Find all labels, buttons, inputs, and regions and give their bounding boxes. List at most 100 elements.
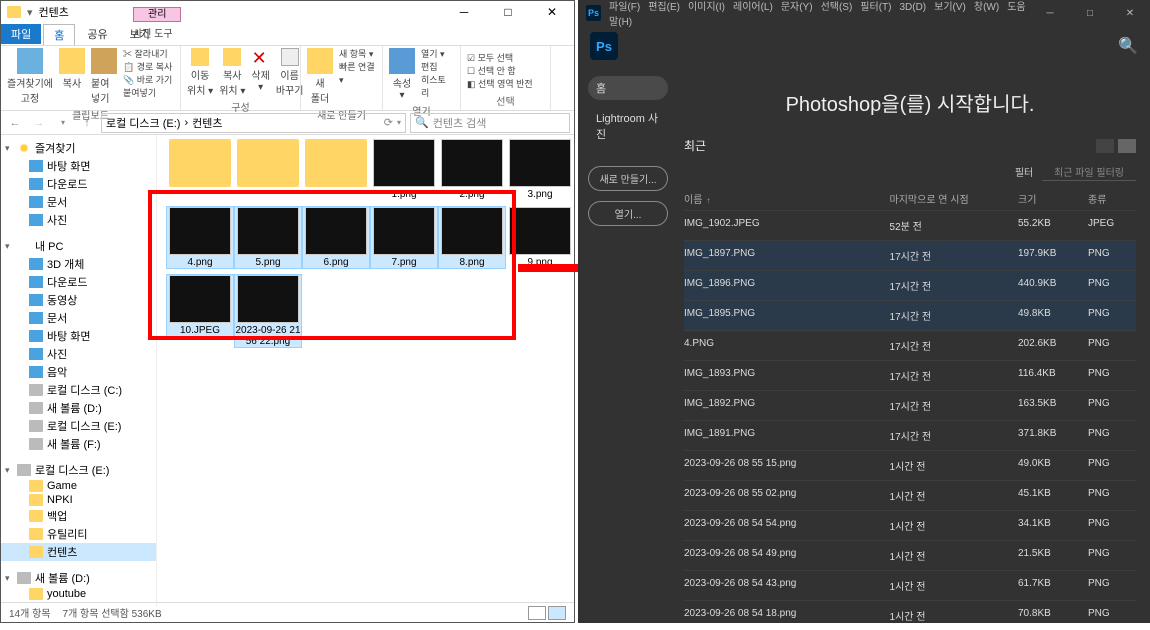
tree-group[interactable]: ▾즐겨찾기 <box>1 139 156 157</box>
tree-item[interactable]: 유틸리티 <box>1 525 156 543</box>
rename-button[interactable]: 이름 바꾸기 <box>276 48 304 97</box>
tree-item[interactable]: Game <box>1 479 156 493</box>
paste-button[interactable]: 붙여넣기 <box>91 48 117 105</box>
table-row[interactable]: 4.PNG17시간 전202.6KBPNG <box>684 330 1136 360</box>
ps-close-button[interactable]: ✕ <box>1110 0 1150 26</box>
tree-item[interactable]: 바탕 화면 <box>1 327 156 345</box>
table-row[interactable]: 2023-09-26 08 54 54.png1시간 전34.1KBPNG <box>684 510 1136 540</box>
invert-selection-button[interactable]: ◧ 선택 영역 반전 <box>467 78 544 91</box>
ps-menu-item[interactable]: 편집(E) <box>648 2 680 13</box>
table-row[interactable]: 2023-09-26 08 55 02.png1시간 전45.1KBPNG <box>684 480 1136 510</box>
maximize-button[interactable]: □ <box>486 1 530 23</box>
nav-up-button[interactable]: ↑ <box>77 113 97 133</box>
tree-group[interactable]: ▾내 PC <box>1 237 156 255</box>
tree-item[interactable]: 바탕 화면 <box>1 157 156 175</box>
tab-picture-tools[interactable]: 관리 <box>133 7 181 22</box>
filter-input[interactable]: 최근 파일 필터링 <box>1042 168 1136 181</box>
table-row[interactable]: 2023-09-26 08 54 43.png1시간 전61.7KBPNG <box>684 570 1136 600</box>
file-thumbnail[interactable]: 3.png <box>507 139 573 200</box>
sidebar-lightroom[interactable]: Lightroom 사진 <box>588 106 668 146</box>
open-file-button[interactable]: 열기... <box>588 201 668 226</box>
nav-back-button[interactable]: ← <box>5 113 25 133</box>
search-input[interactable]: 🔍 컨텐츠 검색 <box>410 113 570 133</box>
folder-thumbnail[interactable] <box>167 139 233 189</box>
tree-item[interactable]: 동영상 <box>1 291 156 309</box>
tab-home[interactable]: 홈 <box>43 24 75 45</box>
tree-item[interactable]: 새 볼륨 (F:) <box>1 435 156 453</box>
ps-menu-item[interactable]: 창(W) <box>974 2 999 13</box>
tree-item[interactable]: 컨텐츠 <box>1 543 156 561</box>
ps-menu-item[interactable]: 3D(D) <box>899 2 926 13</box>
view-grid-button[interactable] <box>1096 139 1114 153</box>
ps-menu-item[interactable]: 이미지(I) <box>688 2 725 13</box>
table-row[interactable]: IMG_1891.PNG17시간 전371.8KBPNG <box>684 420 1136 450</box>
ps-menu-item[interactable]: 파일(F) <box>609 2 640 13</box>
cut-button[interactable]: ✂ 잘라내기 <box>123 48 174 61</box>
tree-item[interactable]: 다운로드 <box>1 273 156 291</box>
pin-button[interactable]: 즐겨찾기에 고정 <box>7 48 53 105</box>
minimize-button[interactable]: ─ <box>442 1 486 23</box>
new-file-button[interactable]: 새로 만들기... <box>588 166 668 191</box>
copy-path-button[interactable]: 📋 경로 복사 <box>123 61 174 74</box>
table-row[interactable]: IMG_1893.PNG17시간 전116.4KBPNG <box>684 360 1136 390</box>
breadcrumb-segment[interactable]: 컨텐츠 <box>192 115 222 131</box>
open-button[interactable]: 열기 ▾ <box>421 48 454 61</box>
history-button[interactable]: 히스토리 <box>421 74 454 100</box>
view-thumbnails-button[interactable] <box>548 606 566 620</box>
table-row[interactable]: IMG_1895.PNG17시간 전49.8KBPNG <box>684 300 1136 330</box>
tree-item[interactable]: 3D 개체 <box>1 255 156 273</box>
ps-menu-item[interactable]: 문자(Y) <box>781 2 813 13</box>
edit-button[interactable]: 편집 <box>421 61 454 74</box>
copy-button[interactable]: 복사 <box>59 48 85 90</box>
tree-item[interactable]: 문서 <box>1 193 156 211</box>
tree-item[interactable]: NPKI <box>1 493 156 507</box>
folder-tree[interactable]: ▾즐겨찾기바탕 화면다운로드문서사진▾내 PC3D 개체다운로드동영상문서바탕 … <box>1 135 157 606</box>
properties-button[interactable]: 속성 ▾ <box>389 48 415 101</box>
ps-menu-item[interactable]: 레이어(L) <box>733 2 773 13</box>
new-folder-button[interactable]: 새 폴더 <box>307 48 333 105</box>
table-row[interactable]: 2023-09-26 08 54 18.png1시간 전70.8KBPNG <box>684 600 1136 630</box>
file-thumbnail[interactable]: 9.png <box>507 207 573 268</box>
tab-file[interactable]: 파일 <box>1 24 41 44</box>
search-icon[interactable]: 🔍 <box>1118 36 1138 56</box>
table-row[interactable]: IMG_1892.PNG17시간 전163.5KBPNG <box>684 390 1136 420</box>
delete-button[interactable]: ✕삭제 ▾ <box>251 48 269 93</box>
view-details-button[interactable] <box>528 606 546 620</box>
paste-shortcut-button[interactable]: 📎 바로 가기 붙여넣기 <box>123 74 174 100</box>
table-row[interactable]: IMG_1902.JPEG52분 전55.2KBJPEG <box>684 210 1136 240</box>
breadcrumb[interactable]: 로컬 디스크 (E:) › 컨텐츠 ⟳ ▾ <box>101 113 406 133</box>
table-row[interactable]: IMG_1897.PNG17시간 전197.9KBPNG <box>684 240 1136 270</box>
new-item-button[interactable]: 새 항목 ▾ <box>339 48 376 61</box>
table-row[interactable]: IMG_1896.PNG17시간 전440.9KBPNG <box>684 270 1136 300</box>
tree-item[interactable]: 새 볼륨 (D:) <box>1 399 156 417</box>
tree-item[interactable]: 문서 <box>1 309 156 327</box>
refresh-button[interactable]: ⟳ <box>384 116 393 129</box>
tree-item[interactable]: 백업 <box>1 507 156 525</box>
tab-picture-tools-sub[interactable]: 사진 도구 <box>133 25 173 40</box>
tree-group[interactable]: ▾새 볼륨 (D:) <box>1 569 156 587</box>
table-header[interactable]: 이름↑ 마지막으로 연 시점 크기 종류 <box>684 187 1136 210</box>
close-button[interactable]: ✕ <box>530 1 574 23</box>
nav-forward-button[interactable]: → <box>29 113 49 133</box>
table-row[interactable]: 2023-09-26 08 54 49.png1시간 전21.5KBPNG <box>684 540 1136 570</box>
tree-item[interactable]: youtube <box>1 587 156 601</box>
ps-minimize-button[interactable]: ─ <box>1030 0 1070 26</box>
easy-access-button[interactable]: 빠른 연결 ▾ <box>339 61 376 87</box>
ps-maximize-button[interactable]: □ <box>1070 0 1110 26</box>
breadcrumb-segment[interactable]: 로컬 디스크 (E:) <box>106 115 180 131</box>
tree-item[interactable]: 다운로드 <box>1 175 156 193</box>
select-none-button[interactable]: ☐ 선택 안 함 <box>467 65 544 78</box>
select-all-button[interactable]: ☑ 모두 선택 <box>467 52 544 65</box>
tree-item[interactable]: 로컬 디스크 (E:) <box>1 417 156 435</box>
crumb-dropdown-button[interactable]: ▾ <box>397 118 401 127</box>
move-to-button[interactable]: 이동 위치 ▾ <box>187 48 213 97</box>
view-list-button[interactable] <box>1118 139 1136 153</box>
copy-to-button[interactable]: 복사 위치 ▾ <box>219 48 245 97</box>
tree-group[interactable]: ▾로컬 디스크 (E:) <box>1 461 156 479</box>
folder-thumbnail[interactable] <box>303 139 369 189</box>
tab-share[interactable]: 공유 <box>77 24 117 44</box>
ps-menu-item[interactable]: 선택(S) <box>821 2 853 13</box>
nav-recent-button[interactable]: ▾ <box>53 113 73 133</box>
tree-item[interactable]: 사진 <box>1 211 156 229</box>
ps-menu-item[interactable]: 필터(T) <box>860 2 891 13</box>
